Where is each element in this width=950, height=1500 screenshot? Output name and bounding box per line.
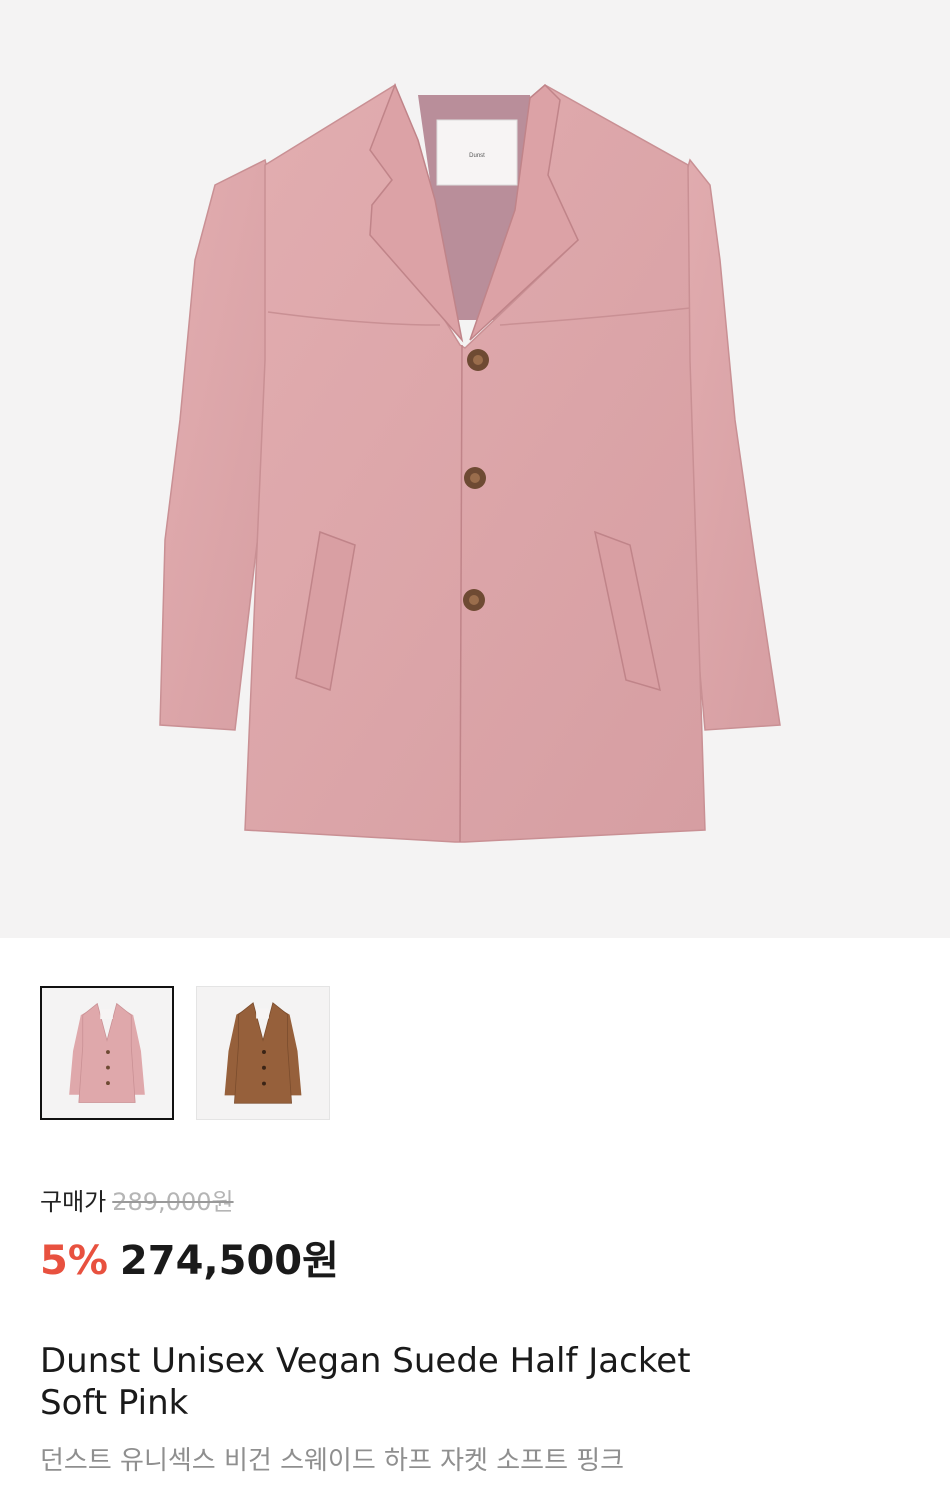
discount-rate: 5% xyxy=(40,1238,108,1284)
product-title-en-line1: Dunst Unisex Vegan Suede Half Jacket xyxy=(40,1341,691,1381)
price-label: 구매가 xyxy=(40,1188,107,1216)
product-title-en-line2: Soft Pink xyxy=(40,1383,189,1423)
jacket-thumbnail-icon xyxy=(69,1002,145,1103)
thumbnail-brown[interactable] xyxy=(196,986,330,1120)
product-title-ko: 던스트 유니섹스 비건 스웨이드 하프 자켓 소프트 핑크 xyxy=(40,1446,625,1476)
jacket-thumbnail-icon xyxy=(224,1002,302,1104)
jacket-image-icon: Dunst xyxy=(159,82,781,843)
original-price: 289,000원 xyxy=(112,1188,234,1216)
color-thumbnail-list xyxy=(40,986,330,1120)
svg-text:Dunst: Dunst xyxy=(469,153,485,159)
sale-price: 274,500원 xyxy=(119,1238,339,1284)
price-label-row: 구매가 289,000원 xyxy=(40,1182,234,1217)
product-main-image[interactable]: Dunst xyxy=(0,0,950,938)
product-title-en: Dunst Unisex Vegan Suede Half Jacket Sof… xyxy=(40,1340,900,1424)
thumbnail-soft-pink[interactable] xyxy=(40,986,174,1120)
sale-price-row: 5% 274,500원 xyxy=(40,1228,339,1286)
